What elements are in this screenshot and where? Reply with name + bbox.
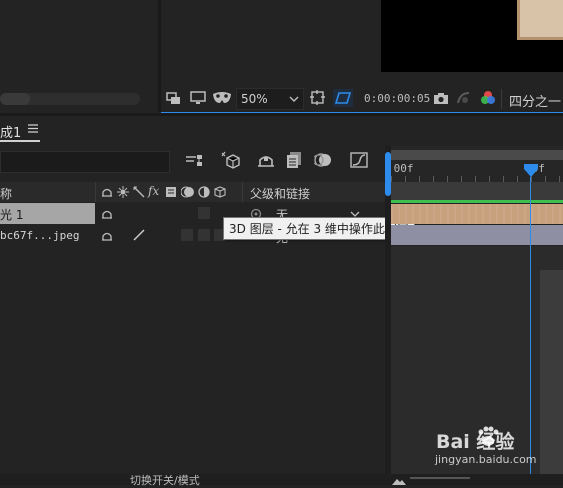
3d-switch-box[interactable]	[198, 229, 210, 241]
layer-empty-area	[0, 247, 385, 474]
draft-3d-icon[interactable]	[221, 151, 241, 169]
timeline-footer: 切换开关/模式	[0, 474, 563, 488]
collapse-transform-icon[interactable]	[117, 186, 129, 198]
shy-layers-icon[interactable]	[256, 152, 276, 168]
resolution-dropdown[interactable]: 四分之一	[509, 91, 561, 110]
work-area-bar[interactable]	[391, 150, 563, 160]
switch-box[interactable]	[181, 229, 193, 241]
transparency-grid-icon[interactable]	[333, 89, 353, 107]
shy-icon[interactable]	[101, 187, 113, 197]
motion-blur-icon[interactable]	[314, 152, 332, 168]
shy-switch-icon[interactable]	[101, 231, 113, 241]
channel-rgb-icon[interactable]	[480, 90, 496, 106]
watermark: Bai 经验 jingyan.baidu.com	[432, 425, 563, 475]
watermark-url: jingyan.baidu.com	[435, 453, 537, 466]
comp-flowchart-icon[interactable]	[186, 154, 204, 168]
motion-blur-column-icon[interactable]	[181, 186, 195, 198]
timeline-tab[interactable]: 成1	[0, 116, 563, 144]
layer-column-header: 称 fx 父级和链接	[0, 182, 385, 202]
tab-underline	[0, 140, 40, 142]
chevron-down-icon	[289, 96, 299, 102]
layer-bar-1[interactable]	[391, 204, 563, 224]
frame-blend-column-icon[interactable]	[165, 186, 177, 198]
track-header-band	[391, 182, 563, 200]
viewer-image-preview	[517, 0, 563, 40]
layer-search-input[interactable]	[0, 151, 170, 173]
quality-icon[interactable]	[133, 186, 145, 198]
column-divider	[95, 182, 96, 202]
timeline-tab-label: 成1	[0, 126, 22, 141]
column-name-header[interactable]: 称	[0, 185, 12, 202]
zoom-value: 50%	[241, 92, 268, 106]
layer-name: 光 1	[0, 208, 24, 222]
graph-editor-icon[interactable]	[350, 152, 368, 168]
show-snapshot-icon[interactable]	[456, 91, 471, 105]
toolbar-separator	[501, 89, 502, 109]
paw-logo-icon	[476, 426, 500, 448]
shy-switch-icon[interactable]	[101, 209, 113, 219]
column-parent-header[interactable]: 父级和链接	[250, 185, 310, 202]
quality-switch-icon[interactable]	[133, 229, 145, 241]
3d-switch-box[interactable]	[198, 207, 210, 219]
adjustment-layer-icon[interactable]	[198, 186, 210, 198]
hamburger-icon[interactable]	[28, 124, 38, 133]
current-time-indicator[interactable]	[523, 163, 539, 177]
tooltip-text: 3D 图层 - 允在 3 维中操作此图层	[229, 222, 409, 236]
zoom-dropdown[interactable]: 50%	[236, 88, 304, 110]
region-of-interest-icon[interactable]	[310, 90, 326, 106]
layer-bar-2[interactable]	[391, 225, 563, 245]
layer-name: bc67f...jpeg	[0, 229, 80, 242]
effects-fx-icon[interactable]: fx	[148, 184, 159, 198]
zoom-out-mountain-icon[interactable]	[392, 477, 406, 485]
viewer-timecode[interactable]: 0:00:00:05	[364, 92, 430, 105]
frame-blending-icon[interactable]	[285, 151, 303, 169]
timeline-controls	[0, 146, 385, 180]
zoom-slider[interactable]	[410, 477, 470, 479]
monitor-icon[interactable]	[190, 91, 206, 105]
camera-snapshot-icon[interactable]	[433, 92, 449, 105]
layer-name-cell-selected[interactable]: 光 1	[0, 203, 95, 224]
column-divider-2	[242, 182, 243, 202]
toggle-switches-modes-button[interactable]: 切换开关/模式	[130, 474, 200, 488]
always-preview-icon[interactable]	[166, 92, 181, 105]
project-panel-scrollbar[interactable]	[0, 93, 140, 105]
green-bar	[391, 200, 563, 203]
3d-layer-cube-icon[interactable]	[214, 186, 226, 198]
viewer-toolbar: 50% 0:00:00:05 四分之一	[161, 86, 563, 112]
mask-visibility-icon[interactable]	[212, 91, 232, 105]
composition-viewer[interactable]	[161, 0, 563, 85]
